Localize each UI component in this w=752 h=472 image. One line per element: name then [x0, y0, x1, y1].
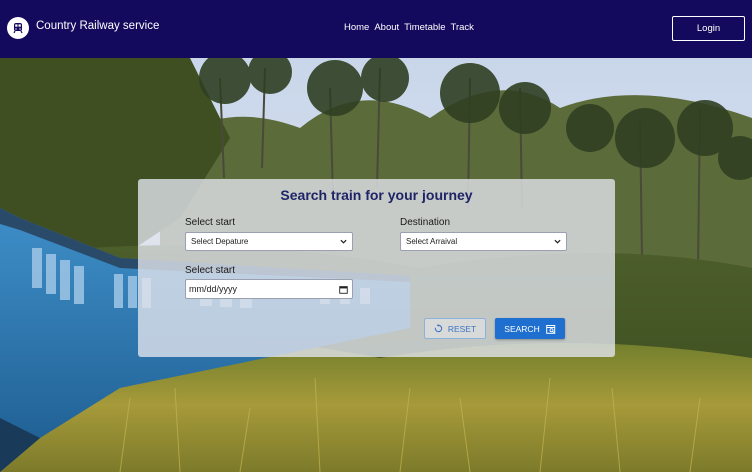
chevron-down-icon: [340, 239, 347, 244]
brand-name[interactable]: Country Railway service: [36, 20, 159, 32]
nav-about[interactable]: About: [374, 22, 399, 33]
nav-timetable[interactable]: Timetable: [404, 22, 445, 33]
date-input[interactable]: mm/dd/yyyy: [185, 279, 353, 299]
nav-home[interactable]: Home: [344, 22, 369, 33]
calendar-search-icon: [545, 324, 555, 334]
search-label: SEARCH: [504, 323, 540, 334]
arrival-value: Select Arraival: [406, 237, 458, 246]
arrival-select[interactable]: Select Arraival: [400, 232, 567, 251]
start-label: Select start: [185, 217, 236, 228]
chevron-down-icon: [554, 239, 561, 244]
departure-value: Select Depature: [191, 237, 249, 246]
reset-icon: [434, 324, 442, 333]
main-nav: Home About Timetable Track: [344, 22, 474, 33]
departure-select[interactable]: Select Depature: [185, 232, 353, 251]
calendar-icon[interactable]: [339, 285, 348, 294]
top-navbar: Country Railway service Home About Timet…: [0, 0, 752, 58]
search-title: Search train for your journey: [280, 187, 473, 203]
search-panel: Search train for your journey Select sta…: [138, 179, 615, 357]
login-button[interactable]: Login: [672, 16, 745, 41]
search-button[interactable]: SEARCH: [495, 318, 565, 339]
destination-label: Destination: [400, 217, 451, 228]
nav-track[interactable]: Track: [451, 22, 474, 33]
date-label: Select start: [185, 265, 236, 276]
date-placeholder: mm/dd/yyyy: [189, 284, 238, 294]
reset-label: RESET: [447, 323, 477, 334]
train-icon[interactable]: [7, 17, 29, 39]
reset-button[interactable]: RESET: [424, 318, 486, 339]
